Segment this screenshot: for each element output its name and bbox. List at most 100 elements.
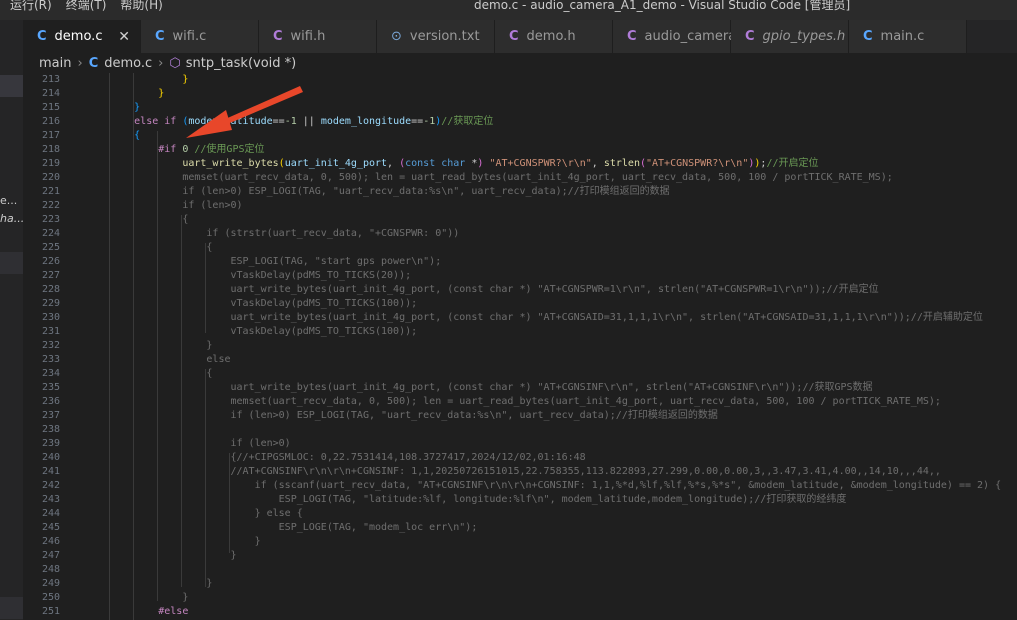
explorer-panel: e... ha... [0,20,24,620]
code-line[interactable]: 215 } [23,101,1017,115]
code-line[interactable]: 226 ESP_LOGI(TAG, "start gps power\n"); [23,255,1017,269]
code-text: } [86,550,237,561]
breadcrumb-root[interactable]: main [39,56,71,71]
line-number: 223 [41,214,60,225]
line-number: 236 [41,396,60,407]
code-line[interactable]: 227 vTaskDelay(pdMS_TO_TICKS(20)); [23,269,1017,283]
line-number: 228 [41,284,60,295]
c-file-icon: C [863,29,873,44]
explorer-item[interactable]: ha... [0,212,24,225]
code-line[interactable]: 223 { [23,213,1017,227]
code-line[interactable]: 247 } [23,549,1017,563]
line-number: 227 [41,270,60,281]
code-text: { [86,214,189,225]
code-line[interactable]: 237 if (len>0) ESP_LOGI(TAG, "uart_recv_… [23,409,1017,423]
explorer-item[interactable]: e... [0,194,17,207]
code-line[interactable]: 251 #else [23,605,1017,619]
code-line[interactable]: 239 if (len>0) [23,437,1017,451]
code-text: } [86,592,189,603]
explorer-selected-row[interactable] [0,75,23,97]
menu-terminal[interactable]: 终端(T) [66,0,107,11]
tab-demo-c[interactable]: Cdemo.c ✕ [23,20,141,53]
code-line[interactable]: 231 vTaskDelay(pdMS_TO_TICKS(100)); [23,325,1017,339]
explorer-row[interactable] [0,597,23,619]
chevron-right-icon: › [158,55,164,71]
code-line[interactable]: 244 } else { [23,507,1017,521]
code-line[interactable]: 245 ESP_LOGE(TAG, "modem_loc err\n"); [23,521,1017,535]
c-file-icon: C [88,55,99,71]
code-line[interactable]: 225 { [23,241,1017,255]
line-number: 217 [41,130,60,141]
line-number: 250 [41,592,60,603]
code-line[interactable]: 233 else [23,353,1017,367]
code-text: } else { [86,508,303,519]
tab-version-txt[interactable]: ⊙ version.txt [377,20,495,53]
code-line[interactable]: 234 { [23,367,1017,381]
code-line[interactable]: 232 } [23,339,1017,353]
txt-file-icon: ⊙ [391,29,402,44]
tab-wifi-c[interactable]: Cwifi.c [141,20,259,53]
code-line[interactable]: 238 [23,423,1017,437]
code-line[interactable]: 217 { [23,129,1017,143]
code-line[interactable]: 241 //AT+CGNSINF\r\n\r\n+CGNSINF: 1,1,20… [23,465,1017,479]
code-text: { [86,368,213,379]
code-text: ESP_LOGI(TAG, "start gps power\n"); [86,256,442,267]
code-line[interactable]: 242 if (sscanf(uart_recv_data, "AT+CGNSI… [23,479,1017,493]
code-line[interactable]: 218 #if 0 //使用GPS定位 [23,143,1017,157]
line-number: 221 [41,186,60,197]
code-line[interactable]: 248 [23,563,1017,577]
code-text: #if 0 //使用GPS定位 [86,144,265,155]
code-line[interactable]: 219 uart_write_bytes(uart_init_4g_port, … [23,157,1017,171]
code-line[interactable]: 213 } [23,73,1017,87]
tab-gpio-types-h[interactable]: Cgpio_types.h [731,20,849,53]
code-line[interactable]: 221 if (len>0) ESP_LOGI(TAG, "uart_recv_… [23,185,1017,199]
code-text: ESP_LOGI(TAG, "latitude:%lf, longitude:%… [86,494,847,505]
code-line[interactable]: 246 } [23,535,1017,549]
code-text: } [86,340,213,351]
close-icon[interactable]: ✕ [118,29,130,45]
code-editor[interactable]: 213 } 214 } 215 } 216 else if (modem_latitu… [23,73,1017,620]
tab-demo-h[interactable]: Cdemo.h [495,20,613,53]
breadcrumb-file[interactable]: demo.c [104,56,152,71]
code-text: if (len>0) ESP_LOGI(TAG, "uart_recv_data… [86,410,718,421]
line-number: 224 [41,228,60,239]
code-line[interactable]: 216 else if (modem_latitude==-1 || modem… [23,115,1017,129]
line-number: 240 [41,452,60,463]
menu-run[interactable]: 运行(R) [10,0,52,11]
code-text: } [86,88,165,99]
line-number: 241 [41,466,60,477]
code-text: if (strstr(uart_recv_data, "+CGNSPWR: 0"… [86,228,460,239]
code-line[interactable]: 230 uart_write_bytes(uart_init_4g_port, … [23,311,1017,325]
breadcrumb-symbol[interactable]: sntp_task(void *) [186,56,297,71]
editor-tabs: Cdemo.c ✕ Cwifi.c Cwifi.h ⊙ version.txt Cdemo.… [23,20,1017,53]
tab-wifi-h[interactable]: Cwifi.h [259,20,377,53]
code-text: } [86,578,213,589]
breadcrumb: main › C demo.c › ⬡ sntp_task(void *) [23,53,1017,73]
title-bar: 运行(R) 终端(T) 帮助(H) demo.c - audio_camera_… [0,0,1017,20]
explorer-row[interactable] [0,252,23,274]
code-line[interactable]: 224 if (strstr(uart_recv_data, "+CGNSPWR… [23,227,1017,241]
line-number: 225 [41,242,60,253]
code-line[interactable]: 249 } [23,577,1017,591]
code-text: } [86,102,141,113]
code-text: if (len>0) ESP_LOGI(TAG, "uart_recv_data… [86,186,670,197]
code-line[interactable]: 222 if (len>0) [23,199,1017,213]
h-file-icon: C [273,29,283,44]
menu-help[interactable]: 帮助(H) [120,0,162,11]
code-line[interactable]: 235 uart_write_bytes(uart_init_4g_port, … [23,381,1017,395]
line-number: 246 [41,536,60,547]
code-line[interactable]: 229 vTaskDelay(pdMS_TO_TICKS(100)); [23,297,1017,311]
code-line[interactable]: 214 } [23,87,1017,101]
code-line[interactable]: 240 {//+CIPGSMLOC: 0,22.7531414,108.3727… [23,451,1017,465]
line-number: 230 [41,312,60,323]
line-number: 243 [41,494,60,505]
code-line[interactable]: 228 uart_write_bytes(uart_init_4g_port, … [23,283,1017,297]
code-line[interactable]: 243 ESP_LOGI(TAG, "latitude:%lf, longitu… [23,493,1017,507]
code-line[interactable]: 250 } [23,591,1017,605]
tab-audio-camera-h[interactable]: Caudio_camera.h [613,20,749,53]
code-text: ESP_LOGE(TAG, "modem_loc err\n"); [86,522,478,533]
code-line[interactable]: 236 memset(uart_recv_data, 0, 500); len … [23,395,1017,409]
tab-main-c[interactable]: Cmain.c [849,20,967,53]
code-line[interactable]: 220 memset(uart_recv_data, 0, 500); len … [23,171,1017,185]
line-number: 248 [41,564,60,575]
